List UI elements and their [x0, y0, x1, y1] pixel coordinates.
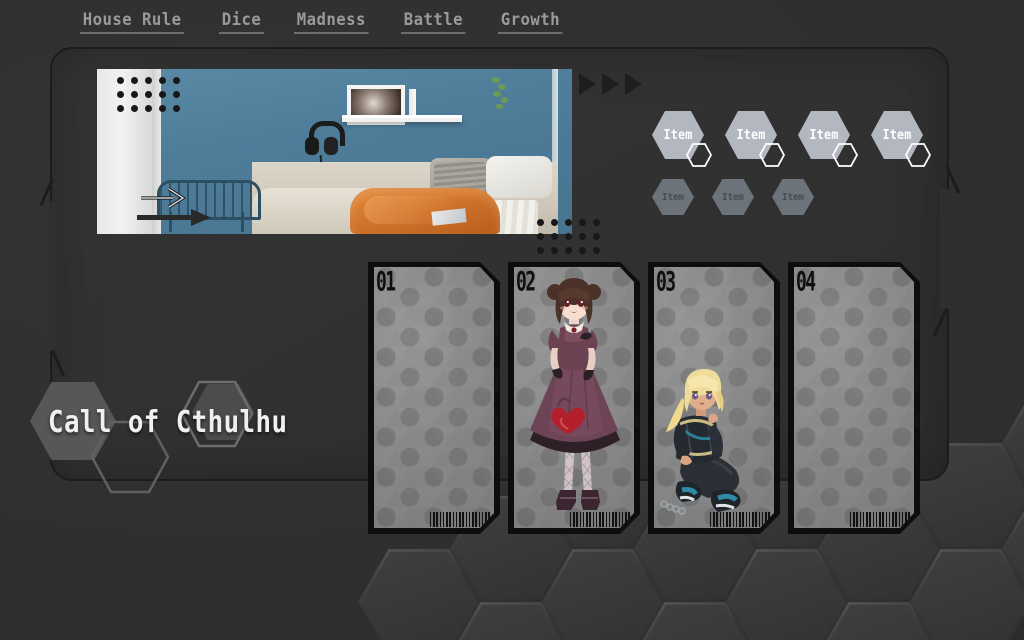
card-surface	[374, 267, 494, 528]
item-slots-primary: Item Item Item Item	[652, 111, 931, 167]
play-triangle-icon[interactable]	[579, 73, 596, 95]
card-slot-number: 01	[376, 267, 414, 298]
item-slot-4[interactable]: Item	[871, 111, 931, 167]
dot-grid-top-left	[117, 77, 180, 112]
plant-decor	[489, 75, 515, 111]
card-slot-number: 02	[516, 267, 554, 298]
card-slot-number: 04	[796, 267, 834, 298]
scene-viewer[interactable]	[97, 69, 600, 254]
card-slot-number-text: 01	[376, 267, 396, 298]
character-card-03[interactable]: 03	[648, 262, 780, 534]
nav-item-madness[interactable]: Madness	[294, 10, 369, 34]
card-barcode	[850, 512, 912, 527]
headphones-decor	[305, 121, 345, 208]
arrow-right-outline-icon[interactable]	[139, 185, 191, 211]
page-title: Call of Cthulhu	[48, 405, 288, 440]
hexagon-badge-icon	[832, 143, 858, 167]
hexagon-badge-icon	[686, 143, 712, 167]
item-slot-small-1[interactable]: Item	[652, 179, 694, 215]
dot-grid-bottom-right	[537, 219, 600, 254]
card-surface	[514, 267, 634, 528]
character-card-02[interactable]: 02	[508, 262, 640, 534]
card-barcode	[570, 512, 632, 527]
card-surface	[794, 267, 914, 528]
hexagon-badge-icon	[759, 143, 785, 167]
title-block: Call of Cthulhu	[12, 372, 342, 502]
card-slot-number-text: 03	[656, 267, 676, 298]
nav-item-battle[interactable]: Battle	[401, 10, 467, 34]
nav-item-house-rule[interactable]: House Rule	[80, 10, 185, 34]
nav-item-growth[interactable]: Growth	[497, 10, 563, 34]
character-card-row: 01 02 03 04	[368, 262, 920, 534]
item-slots-secondary: Item Item Item	[652, 179, 814, 215]
item-slot-1[interactable]: Item	[652, 111, 712, 167]
panel-left-notch	[49, 201, 59, 351]
card-slot-number: 03	[656, 267, 694, 298]
play-triangle-icon[interactable]	[602, 73, 619, 95]
arrow-right-solid-icon[interactable]	[137, 209, 215, 226]
item-slot-label: Item	[662, 191, 684, 203]
character-card-01[interactable]: 01	[368, 262, 500, 534]
item-slot-3[interactable]: Item	[798, 111, 858, 167]
card-barcode	[430, 512, 492, 527]
play-triangle-icon[interactable]	[625, 73, 642, 95]
card-slot-number-text: 02	[516, 267, 536, 298]
nav-item-dice[interactable]: Dice	[219, 10, 265, 34]
app-root: House Rule Dice Madness Battle Growth It…	[0, 0, 1024, 640]
top-navigation: House Rule Dice Madness Battle Growth	[0, 10, 1024, 40]
card-surface	[654, 267, 774, 528]
panel-right-notch	[940, 189, 950, 309]
hexagon-badge-icon	[905, 143, 931, 167]
fast-forward-control[interactable]	[579, 73, 642, 95]
item-slot-label: Item	[722, 191, 744, 203]
item-slot-small-2[interactable]: Item	[712, 179, 754, 215]
card-barcode	[710, 512, 772, 527]
item-slot-small-3[interactable]: Item	[772, 179, 814, 215]
item-slot-label: Item	[782, 191, 804, 203]
card-slot-number-text: 04	[796, 267, 816, 298]
character-card-04[interactable]: 04	[788, 262, 920, 534]
item-slot-2[interactable]: Item	[725, 111, 785, 167]
